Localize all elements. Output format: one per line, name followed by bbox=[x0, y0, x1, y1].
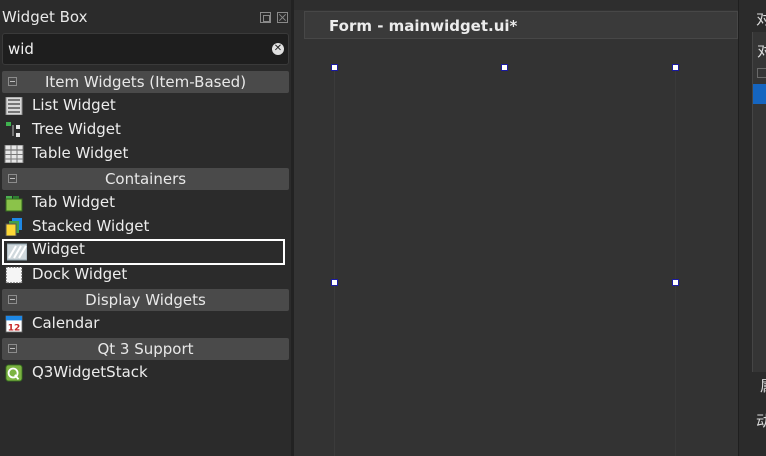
object-tree[interactable] bbox=[752, 32, 766, 372]
category-label: Qt 3 Support bbox=[97, 340, 194, 358]
form-border-line bbox=[675, 67, 676, 456]
panel-divider bbox=[738, 0, 739, 456]
tree-widget-icon bbox=[6, 122, 20, 137]
resize-handle[interactable] bbox=[331, 279, 338, 286]
widget-icon bbox=[7, 243, 27, 261]
category-qt3-support[interactable]: Qt 3 Support bbox=[2, 338, 289, 360]
widget-item-stacked-widget[interactable]: Stacked Widget bbox=[2, 216, 283, 238]
panel-title: 对 bbox=[756, 10, 766, 28]
resize-handle[interactable] bbox=[331, 64, 338, 71]
q3-widget-stack-icon bbox=[5, 364, 23, 382]
widget-item-label: Widget bbox=[32, 240, 85, 258]
widget-item-calendar[interactable]: 12 Calendar bbox=[2, 313, 283, 335]
widget-item-label: Stacked Widget bbox=[32, 217, 150, 235]
form-canvas[interactable] bbox=[334, 40, 738, 456]
property-panel-title: 属 bbox=[760, 375, 766, 396]
form-window-title: Form - mainwidget.ui* bbox=[329, 17, 518, 35]
clear-search-icon[interactable]: ✕ bbox=[272, 43, 284, 55]
widget-item-table-widget[interactable]: Table Widget bbox=[2, 143, 283, 165]
widget-box-title: Widget Box bbox=[2, 8, 88, 26]
category-label: Display Widgets bbox=[85, 291, 206, 309]
resize-handle[interactable] bbox=[672, 64, 679, 71]
widget-item-tree-widget[interactable]: Tree Widget bbox=[2, 119, 283, 141]
widget-item-widget[interactable]: Widget bbox=[2, 239, 285, 265]
widget-item-label: Dock Widget bbox=[32, 265, 128, 283]
widget-item-label: Tab Widget bbox=[32, 193, 115, 211]
search-field: ✕ bbox=[2, 33, 289, 65]
calendar-icon: 12 bbox=[5, 315, 23, 333]
form-editor-area: Form - mainwidget.ui* bbox=[294, 0, 738, 456]
action-panel-title: 动 bbox=[756, 412, 766, 430]
category-label: Item Widgets (Item-Based) bbox=[44, 73, 247, 91]
float-panel-button[interactable] bbox=[260, 12, 271, 23]
object-inspector-panel: 对 对 属 动 bbox=[738, 0, 766, 456]
expand-icon[interactable] bbox=[757, 68, 766, 78]
dock-widget-icon bbox=[5, 266, 23, 284]
close-panel-button[interactable] bbox=[277, 12, 288, 23]
widget-box-header: Widget Box bbox=[0, 0, 291, 32]
selected-tree-row[interactable] bbox=[753, 84, 766, 104]
widget-item-label: Q3WidgetStack bbox=[32, 363, 148, 381]
search-input[interactable] bbox=[8, 38, 263, 60]
resize-handle[interactable] bbox=[501, 64, 508, 71]
widget-item-label: Tree Widget bbox=[32, 120, 121, 138]
resize-handle[interactable] bbox=[672, 279, 679, 286]
list-widget-icon bbox=[5, 97, 23, 115]
widget-item-tab-widget[interactable]: Tab Widget bbox=[2, 192, 283, 214]
widget-item-label: List Widget bbox=[32, 96, 116, 114]
form-top-bar bbox=[294, 0, 738, 10]
widget-item-q3widgetstack[interactable]: Q3WidgetStack bbox=[2, 362, 283, 384]
stacked-widget-icon bbox=[5, 218, 22, 236]
svg-text:12: 12 bbox=[8, 323, 21, 333]
category-label: Containers bbox=[104, 170, 187, 188]
widget-item-list-widget[interactable]: List Widget bbox=[2, 95, 283, 117]
category-containers[interactable]: Containers bbox=[2, 168, 289, 190]
tab-widget-icon bbox=[5, 196, 23, 212]
widget-item-dock-widget[interactable]: Dock Widget bbox=[2, 264, 283, 286]
category-item-widgets[interactable]: Item Widgets (Item-Based) bbox=[2, 71, 289, 93]
form-border-line bbox=[334, 67, 335, 456]
tree-header: 对 bbox=[757, 42, 766, 60]
widget-box-panel: Widget Box ✕ Item Widgets (Item-Based) L… bbox=[0, 0, 291, 456]
form-window-titlebar[interactable]: Form - mainwidget.ui* bbox=[304, 11, 738, 39]
widget-item-label: Calendar bbox=[32, 314, 100, 332]
table-widget-icon bbox=[4, 145, 24, 163]
widget-item-label: Table Widget bbox=[32, 144, 129, 162]
category-display-widgets[interactable]: Display Widgets bbox=[2, 289, 289, 311]
